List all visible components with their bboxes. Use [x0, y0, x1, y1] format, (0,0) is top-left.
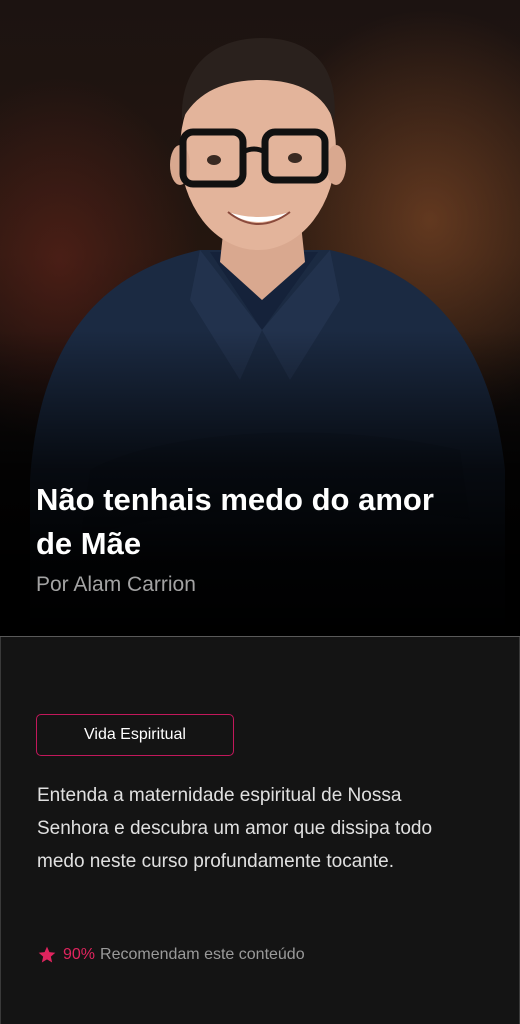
course-description: Entenda a maternidade espiritual de Noss…: [37, 785, 433, 872]
rating-label: Recomendam este conteúdo: [100, 946, 305, 963]
course-details: Vida Espiritual Entenda a maternidade es…: [0, 637, 520, 1024]
course-title: Não tenhais medo do amor de Mãe: [36, 482, 434, 561]
recommendation-rating: 90% Recomendam este conteúdo: [37, 945, 305, 965]
category-tag[interactable]: Vida Espiritual: [36, 714, 234, 756]
star-icon: [38, 946, 56, 963]
course-author: Por Alam Carrion: [36, 573, 196, 596]
rating-percent: 90%: [63, 946, 96, 963]
hero-banner: Não tenhais medo do amor de Mãe Por Alam…: [0, 0, 520, 636]
